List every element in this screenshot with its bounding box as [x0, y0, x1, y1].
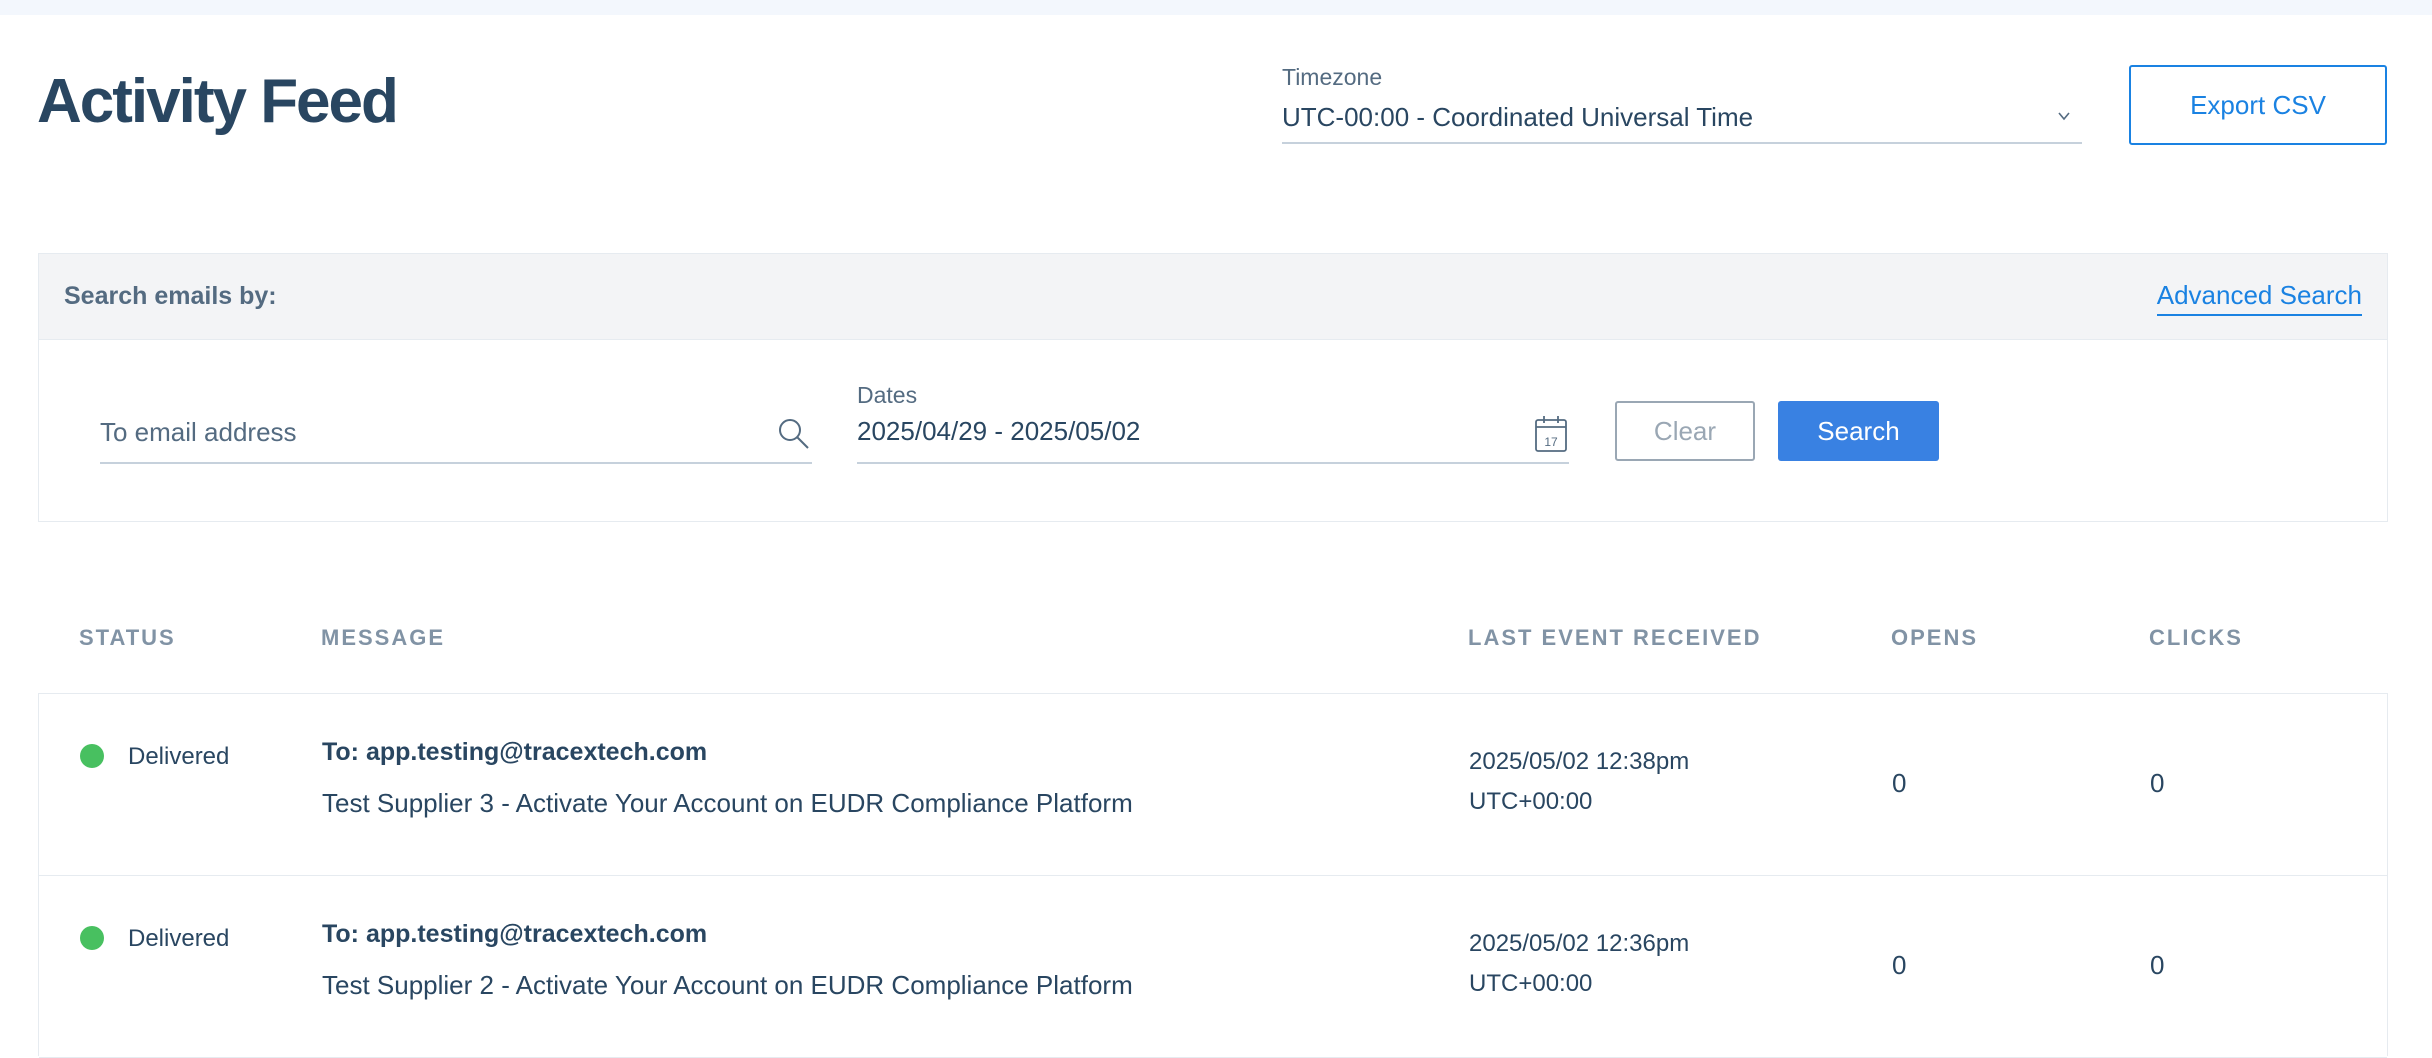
table-row[interactable]: Delivered To: app.testing@tracextech.com… [39, 694, 2387, 876]
last-event-date: 2025/05/02 12:38pm [1469, 748, 1690, 775]
email-field [100, 404, 812, 464]
column-header-status[interactable]: STATUS [79, 625, 176, 651]
calendar-icon[interactable]: 17 [1533, 414, 1569, 454]
last-event-timezone: UTC+00:00 [1469, 970, 1593, 997]
clear-button[interactable]: Clear [1615, 401, 1755, 461]
page-title: Activity Feed [37, 67, 399, 136]
search-panel: Search emails by: Advanced Search Dates … [38, 253, 2388, 522]
calendar-day-text: 17 [1544, 435, 1558, 449]
clicks-count: 0 [2150, 950, 2165, 980]
message-subject: Test Supplier 2 - Activate Your Account … [322, 970, 1133, 1000]
table-row[interactable]: Delivered To: app.testing@tracextech.com… [39, 876, 2387, 1058]
activity-table: Delivered To: app.testing@tracextech.com… [38, 693, 2388, 1058]
message-recipient: To: app.testing@tracextech.com [322, 920, 708, 948]
dates-value: 2025/04/29 - 2025/05/02 [857, 416, 1141, 446]
timezone-value: UTC-00:00 - Coordinated Universal Time [1282, 102, 1754, 132]
top-strip [0, 0, 2432, 15]
column-header-message[interactable]: MESSAGE [321, 625, 445, 651]
message-recipient: To: app.testing@tracextech.com [322, 738, 708, 766]
timezone-field: Timezone UTC-00:00 - Coordinated Univers… [1282, 64, 2082, 144]
chevron-down-icon [2058, 112, 2070, 121]
clicks-count: 0 [2150, 768, 2165, 798]
column-header-last-event[interactable]: LAST EVENT RECEIVED [1468, 625, 1761, 651]
timezone-label: Timezone [1282, 64, 1383, 90]
search-icon[interactable] [776, 416, 812, 452]
opens-count: 0 [1892, 768, 1907, 798]
column-header-clicks[interactable]: CLICKS [2149, 625, 2243, 651]
search-panel-header: Search emails by: Advanced Search [39, 254, 2387, 340]
export-csv-button[interactable]: Export CSV [2129, 65, 2387, 145]
column-header-opens[interactable]: OPENS [1891, 625, 1978, 651]
advanced-search-link[interactable]: Advanced Search [2156, 280, 2362, 316]
last-event-date: 2025/05/02 12:36pm [1469, 930, 1690, 957]
status-text: Delivered [128, 925, 230, 952]
message-subject: Test Supplier 3 - Activate Your Account … [322, 788, 1133, 818]
dates-field[interactable]: 2025/04/29 - 2025/05/02 17 [857, 404, 1569, 464]
timezone-select[interactable]: UTC-00:00 - Coordinated Universal Time [1282, 94, 2082, 144]
search-button[interactable]: Search [1778, 401, 1939, 461]
status-text: Delivered [128, 743, 230, 770]
search-panel-title: Search emails by: [64, 282, 277, 310]
status-dot-icon [80, 744, 104, 768]
opens-count: 0 [1892, 950, 1907, 980]
email-input[interactable] [100, 414, 740, 450]
last-event-timezone: UTC+00:00 [1469, 788, 1593, 815]
status-dot-icon [80, 926, 104, 950]
